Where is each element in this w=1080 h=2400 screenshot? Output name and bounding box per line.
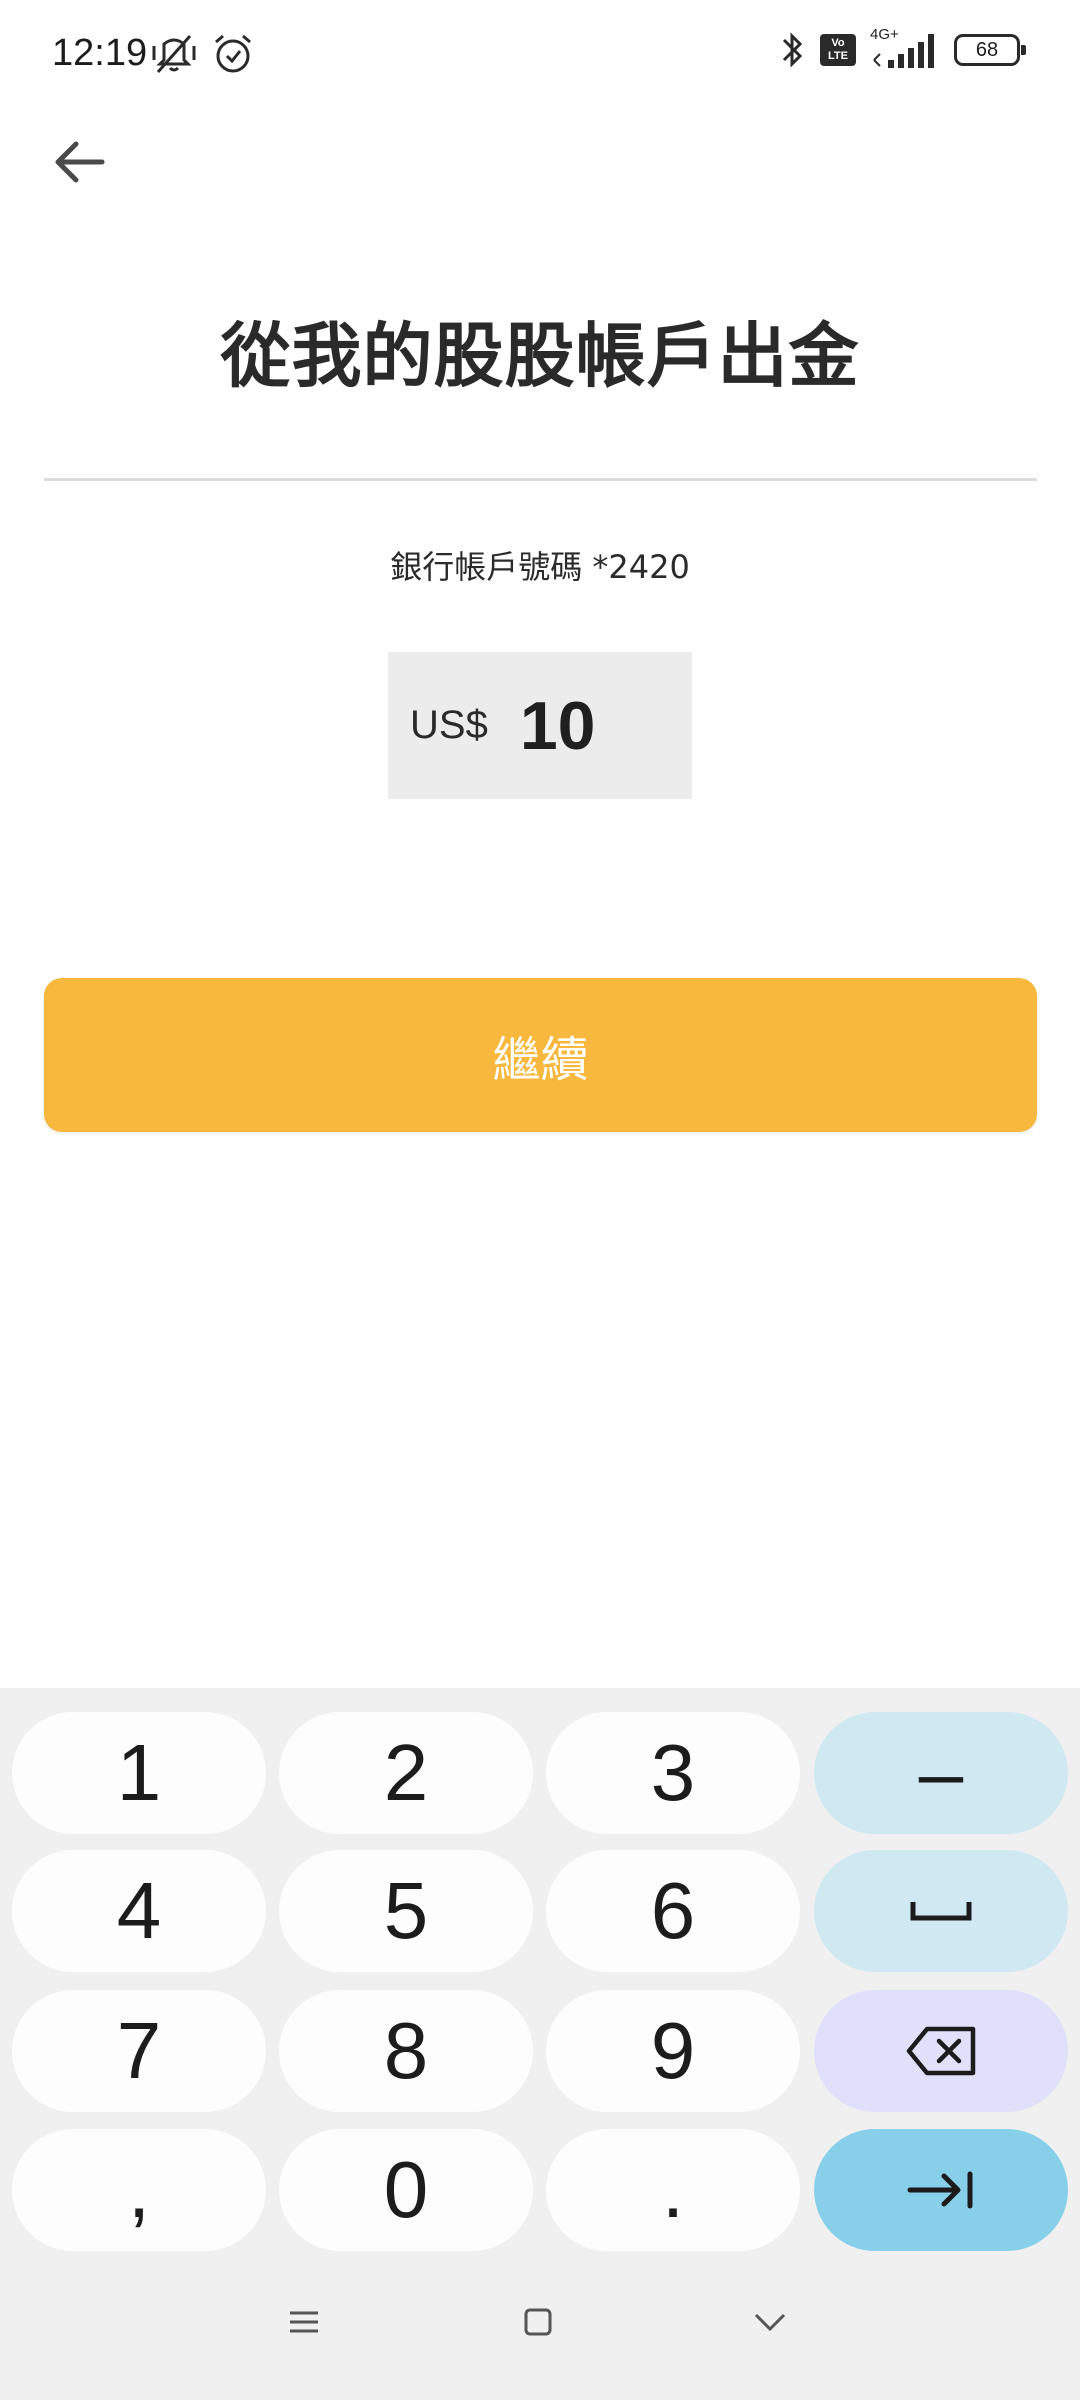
alarm-icon [215,34,251,73]
key-space[interactable] [814,1850,1068,1972]
divider [44,478,1037,481]
nav-menu-button[interactable] [264,2282,344,2362]
chevron-down-icon [754,2313,786,2332]
key-1[interactable]: 1 [12,1712,266,1834]
volte-top-label: Vo [831,37,845,49]
key-3[interactable]: 3 [546,1712,800,1834]
key-minus[interactable]: – [814,1712,1068,1834]
key-6[interactable]: 6 [546,1850,800,1972]
key-backspace[interactable] [814,1990,1068,2112]
key-4[interactable]: 4 [12,1850,266,1972]
nav-home-button[interactable] [498,2282,578,2362]
amount-input[interactable]: US$ 10 [388,652,692,799]
key-7[interactable]: 7 [12,1990,266,2112]
continue-button[interactable]: 繼續 [44,978,1037,1132]
currency-label: US$ [410,703,488,747]
back-button[interactable] [40,122,120,202]
signal-icon: 4G+ [870,26,940,70]
screen: 12:19 Vo LTE 4G+ 68 從我的股股帳戶出金 銀行帳戶號碼 *24… [0,0,1080,2400]
status-left-icons [150,32,254,76]
key-comma[interactable]: , [12,2129,266,2251]
bluetooth-icon [782,32,803,68]
home-square-icon [524,2308,552,2336]
key-next[interactable] [814,2129,1068,2251]
tab-next-icon [907,2171,973,2209]
amount-value: 10 [519,687,596,764]
volte-bottom-label: LTE [828,50,848,62]
space-icon [910,1902,972,1921]
volte-icon: Vo LTE [820,34,856,66]
vibrate-off-icon [152,35,196,73]
status-right-icons: Vo LTE 4G+ 68 [780,26,1026,70]
menu-icon [290,2311,318,2333]
key-2[interactable]: 2 [279,1712,533,1834]
key-period[interactable]: . [546,2129,800,2251]
key-0[interactable]: 0 [279,2129,533,2251]
nav-back-button[interactable] [730,2282,810,2362]
page-title: 從我的股股帳戶出金 [220,315,860,397]
bank-account-label: 銀行帳戶號碼 *2420 [390,548,690,586]
backspace-icon [906,2026,976,2076]
key-9[interactable]: 9 [546,1990,800,2112]
status-bar: 12:19 Vo LTE 4G+ 68 [0,0,1080,112]
key-5[interactable]: 5 [279,1850,533,1972]
key-8[interactable]: 8 [279,1990,533,2112]
arrow-left-icon [55,141,105,183]
system-nav-bar [0,2282,1080,2382]
numeric-keyboard: 1 2 3 – 4 5 6 7 8 9 , 0 . [0,1688,1080,2400]
battery-icon: 68 [954,34,1026,66]
status-time: 12:19 [52,32,148,74]
